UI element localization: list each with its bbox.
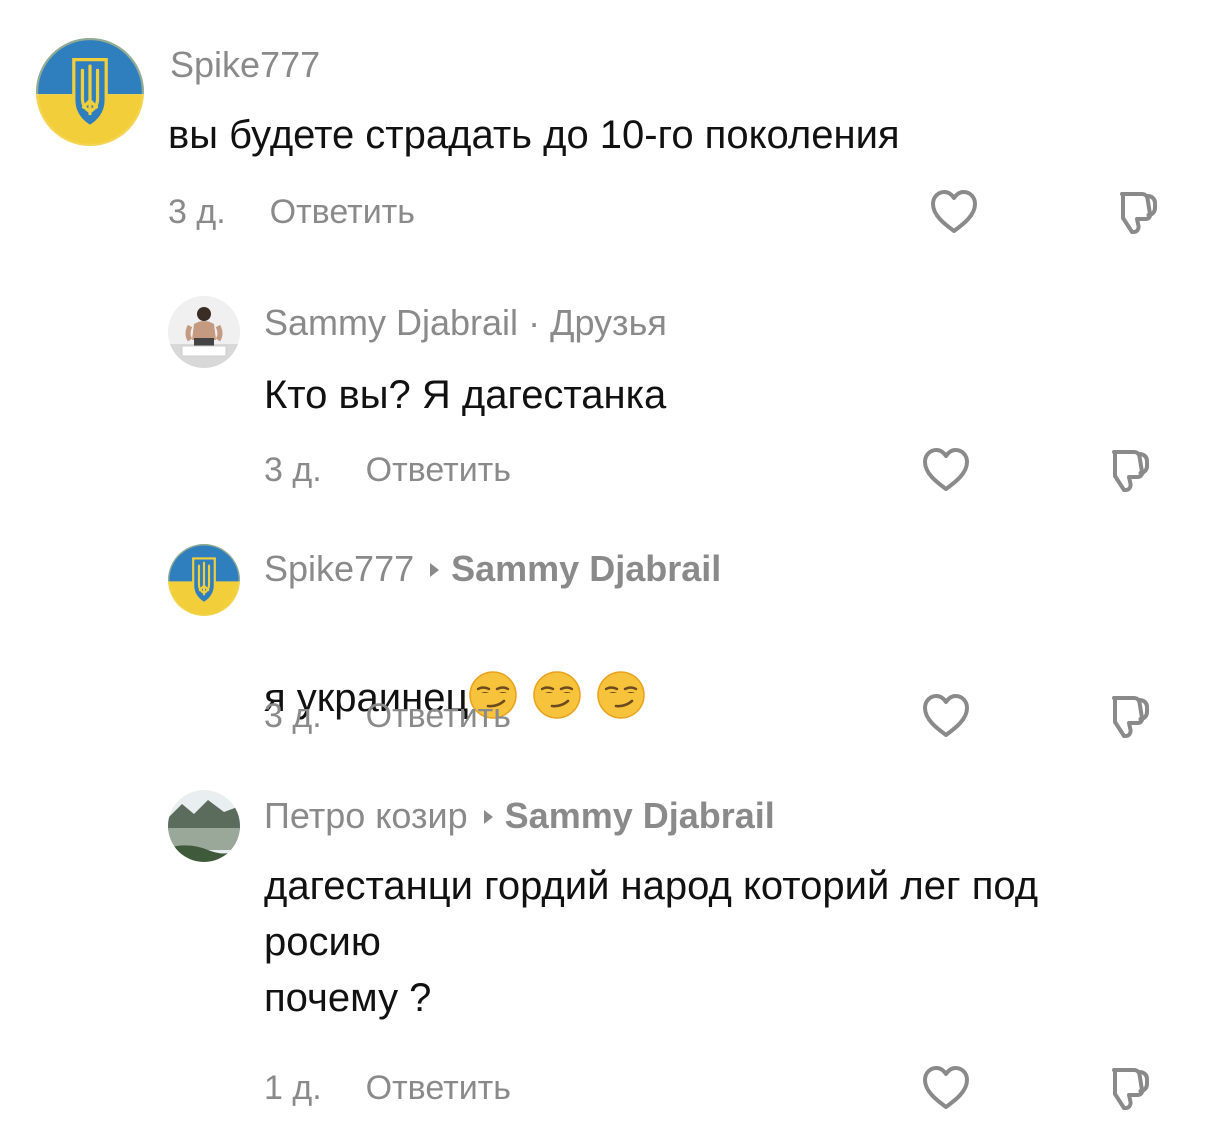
like-button[interactable]: [918, 442, 974, 498]
comment-item: Spike777 вы будете страдать до 10-го пок…: [0, 0, 1206, 260]
heart-icon: [918, 1060, 974, 1116]
comment-reply-item: Петро козир Sammy Djabrail дагестанци гор…: [0, 760, 1206, 1142]
heart-icon: [918, 442, 974, 498]
comment-meta: 3 д. Ответить: [168, 192, 415, 232]
comment-text: Кто вы? Я дагестанка: [264, 373, 667, 417]
reply-arrow-icon: [483, 810, 493, 824]
avatar[interactable]: [168, 296, 240, 368]
dislike-button[interactable]: [1098, 442, 1154, 498]
reply-arrow-icon: [430, 563, 440, 577]
heart-icon: [918, 688, 974, 744]
comment-reply-item: Sammy Djabrail · Друзья Кто вы? Я дагестан…: [0, 260, 1206, 510]
comment-time: 1 д.: [264, 1069, 322, 1107]
avatar[interactable]: [36, 38, 144, 146]
reply-button[interactable]: Ответить: [366, 1069, 511, 1107]
comment-meta: 1 д. Ответить: [264, 1068, 511, 1108]
reply-to-name[interactable]: Sammy Djabrail: [505, 795, 775, 836]
comment-meta: 3 д. Ответить: [264, 450, 511, 490]
dislike-button[interactable]: [1106, 184, 1162, 240]
comment-text: дагестанци гордий народ которий лег под …: [264, 864, 1039, 1020]
thumbs-down-icon: [1098, 1060, 1154, 1116]
author-name[interactable]: Sammy Djabrail: [264, 302, 518, 343]
comment-author-line: Spike777: [170, 45, 320, 85]
ukraine-trident-avatar-icon: [36, 38, 144, 146]
friends-badge: Друзья: [550, 302, 667, 343]
smirking-face-emoji-icon: [596, 670, 646, 720]
like-button[interactable]: [918, 1060, 974, 1116]
author-name[interactable]: Spike777: [170, 44, 320, 85]
author-name[interactable]: Петро козир: [264, 795, 468, 836]
author-name[interactable]: Spike777: [264, 548, 414, 589]
like-button[interactable]: [926, 184, 982, 240]
comment-time: 3 д.: [168, 193, 226, 231]
reply-button[interactable]: Ответить: [366, 697, 511, 735]
comment-reply-item: Spike777 Sammy Djabrail я украинец 3 д. От…: [0, 510, 1206, 760]
comment-author-line: Spike777 Sammy Djabrail: [264, 549, 721, 589]
ukraine-trident-avatar-icon: [168, 544, 240, 616]
comment-author-line: Петро козир Sammy Djabrail: [264, 796, 775, 836]
comment-time: 3 д.: [264, 697, 322, 735]
avatar[interactable]: [168, 790, 240, 862]
comment-time: 3 д.: [264, 451, 322, 489]
reply-button[interactable]: Ответить: [270, 193, 415, 231]
thumbs-down-icon: [1098, 688, 1154, 744]
reply-button[interactable]: Ответить: [366, 451, 511, 489]
dislike-button[interactable]: [1098, 1060, 1154, 1116]
dislike-button[interactable]: [1098, 688, 1154, 744]
reply-to-name[interactable]: Sammy Djabrail: [451, 548, 721, 589]
landscape-photo-avatar-icon: [168, 790, 240, 862]
heart-icon: [926, 184, 982, 240]
user-photo-avatar-icon: [168, 296, 240, 368]
separator: ·: [528, 302, 541, 343]
comment-text: вы будете страдать до 10-го поколения: [168, 113, 900, 157]
smirking-face-emoji-icon: [532, 670, 582, 720]
comment-meta: 3 д. Ответить: [264, 696, 511, 736]
like-button[interactable]: [918, 688, 974, 744]
thumbs-down-icon: [1106, 184, 1162, 240]
thumbs-down-icon: [1098, 442, 1154, 498]
comment-author-line: Sammy Djabrail · Друзья: [264, 303, 667, 343]
avatar[interactable]: [168, 544, 240, 616]
